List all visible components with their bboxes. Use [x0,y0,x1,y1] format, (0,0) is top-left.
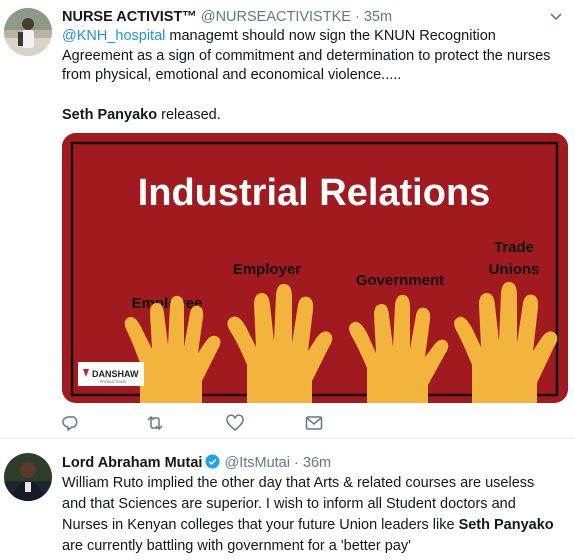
tweet-header: NURSE ACTIVIST™ @NURSEACTIVISTKE · 35m [62,8,392,26]
text-segment: are currently battling with government f… [62,538,411,554]
tweet-text: @KNH_hospital managemt should now sign t… [62,27,562,86]
reply-icon[interactable] [62,413,82,433]
username[interactable]: @NURSEACTIVISTKE [201,9,351,25]
tweet-text-line: Seth Panyako released. [62,106,562,126]
avatar[interactable] [4,453,52,501]
timestamp[interactable]: 36m [303,455,331,471]
watermark-text: DANSHAW [92,369,139,379]
display-name[interactable]: Lord Abraham Mutai [62,455,202,471]
media-title: Industrial Relations [138,172,491,214]
separator: · [294,455,299,471]
tweet-actions [62,413,362,433]
like-icon[interactable] [225,413,245,433]
media-image[interactable]: Industrial Relations Employee Employer G… [62,133,568,403]
separator: · [354,9,360,25]
bold-name: Seth Panyako [62,107,158,123]
bold-name: Seth Panyako [458,517,554,533]
tweet-text: William Ruto implied the other day that … [62,473,562,557]
media-label-employer: Employer [233,261,302,278]
mention-link[interactable]: @KNH_hospital [62,28,165,44]
username[interactable]: @ItsMutai [224,455,289,471]
chevron-down-icon[interactable] [549,10,563,24]
media-label-trade: Trade [494,239,534,256]
retweet-icon[interactable] [145,413,165,433]
watermark-logo: DANSHAW PRODUCTIONS [78,362,144,386]
tweet[interactable]: Lord Abraham Mutai @ItsMutai · 36m Willi… [0,439,575,560]
message-icon[interactable] [304,413,324,433]
timestamp[interactable]: 35m [364,9,392,25]
display-name[interactable]: NURSE ACTIVIST™ [62,9,197,25]
avatar[interactable] [4,8,52,56]
text-segment: released. [157,107,221,123]
tweet-header: Lord Abraham Mutai @ItsMutai · 36m [62,454,331,472]
verified-badge-icon [205,454,220,469]
media-label-unions: Unions [489,261,540,278]
media-label-government: Government [356,272,444,289]
tweet[interactable]: NURSE ACTIVIST™ @NURSEACTIVISTKE · 35m @… [0,0,575,439]
watermark-subtext: PRODUCTIONS [100,380,127,384]
